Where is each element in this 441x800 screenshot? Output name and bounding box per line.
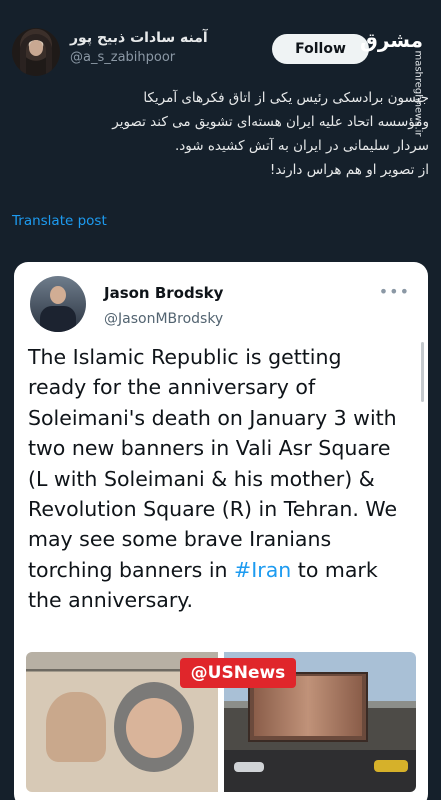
quoted-author-handle[interactable]: @JasonMBrodsky: [104, 311, 223, 327]
author-handle[interactable]: @a_s_zabihpoor: [70, 50, 208, 65]
quoted-tweet-text: The Islamic Republic is getting ready fo…: [28, 342, 406, 616]
tweet-body-line: ومؤسسه اتحاد علیه ایران هسته‌ای تشویق می…: [112, 114, 429, 130]
tweet-body: جیسون برادسکی رئیس یکی از اتاق فکرهای آم…: [12, 86, 429, 182]
media-gallery[interactable]: @USNews: [26, 652, 416, 792]
tweet-header: آمنه سادات ذبیح پور @a_s_zabihpoor Follo…: [12, 28, 429, 137]
avatar-suit: [40, 306, 76, 332]
more-options-icon[interactable]: •••: [379, 282, 410, 301]
author-display-name[interactable]: آمنه سادات ذبیح پور: [70, 30, 208, 46]
author-names: آمنه سادات ذبیح پور @a_s_zabihpoor: [70, 30, 208, 65]
quoted-author-avatar[interactable]: [30, 276, 86, 332]
hashtag-link[interactable]: #Iran: [234, 558, 291, 582]
tweet-body-line: جیسون برادسکی رئیس یکی از اتاق فکرهای آم…: [143, 90, 429, 106]
quoted-tweet-card[interactable]: Jason Brodsky @JasonMBrodsky ••• The Isl…: [14, 262, 428, 800]
avatar-face: [29, 40, 43, 56]
watermark-logo: مشرق: [359, 28, 423, 52]
photo-figure: [46, 692, 106, 762]
quoted-text-part: The Islamic Republic is getting ready fo…: [28, 345, 398, 582]
photo-car: [234, 762, 264, 772]
avatar-head: [50, 286, 66, 304]
author-avatar[interactable]: [12, 28, 60, 76]
photo-car: [374, 760, 408, 772]
usnews-badge: @USNews: [180, 658, 296, 688]
tweet-body-line: سردار سلیمانی در ایران به آتش کشیده شود.: [174, 138, 429, 154]
quoted-author-name[interactable]: Jason Brodsky: [104, 284, 223, 302]
translate-post-link[interactable]: Translate post: [12, 213, 107, 229]
scrollbar[interactable]: [421, 342, 424, 402]
follow-button[interactable]: Follow: [272, 34, 369, 64]
photo-face: [126, 698, 182, 758]
tweet-body-line: از تصویر او هم هراس دارند!: [269, 162, 429, 178]
